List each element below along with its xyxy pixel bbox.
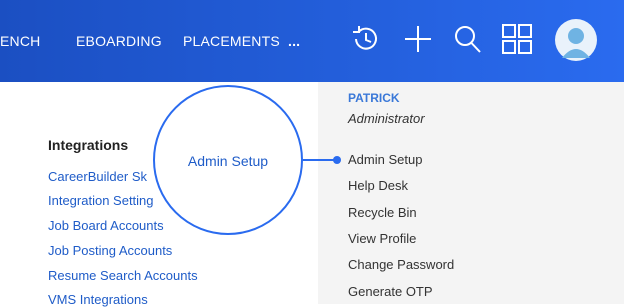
menu-item-recycle-bin[interactable]: Recycle Bin (348, 205, 417, 220)
search-icon[interactable] (452, 22, 484, 56)
link-integration-settings[interactable]: Integration Setting (48, 193, 154, 208)
grid-icon[interactable] (500, 22, 534, 56)
link-vms-integrations[interactable]: VMS Integrations (48, 292, 148, 307)
avatar[interactable] (554, 18, 598, 62)
top-nav-bar: ENCH EBOARDING PLACEMENTS ... (0, 0, 624, 82)
user-role: Administrator (348, 111, 425, 126)
integrations-heading: Integrations (48, 137, 129, 153)
menu-item-change-password[interactable]: Change Password (348, 257, 454, 272)
link-job-posting-accounts[interactable]: Job Posting Accounts (48, 243, 172, 258)
history-icon[interactable] (350, 23, 382, 55)
callout-label: Admin Setup (187, 153, 269, 169)
menu-item-help-desk[interactable]: Help Desk (348, 178, 408, 193)
nav-item-eboarding[interactable]: EBOARDING (76, 33, 162, 49)
nav-item-placements[interactable]: PLACEMENTS (183, 33, 280, 49)
nav-item-bench[interactable]: ENCH (0, 33, 40, 49)
nav-more[interactable]: ... (288, 33, 300, 49)
link-resume-search-accounts[interactable]: Resume Search Accounts (48, 268, 198, 283)
menu-item-generate-otp[interactable]: Generate OTP (348, 284, 433, 299)
link-careerbuilder[interactable]: CareerBuilder Sk (48, 169, 147, 184)
callout-magnifier: Admin Setup (153, 85, 303, 235)
callout-leader-dot (333, 156, 341, 164)
plus-icon[interactable] (402, 22, 434, 56)
link-job-board-accounts[interactable]: Job Board Accounts (48, 218, 164, 233)
menu-item-view-profile[interactable]: View Profile (348, 231, 416, 246)
menu-item-admin-setup[interactable]: Admin Setup (348, 152, 422, 167)
callout-leader-line (303, 159, 336, 161)
user-name: PATRICK (348, 91, 400, 105)
